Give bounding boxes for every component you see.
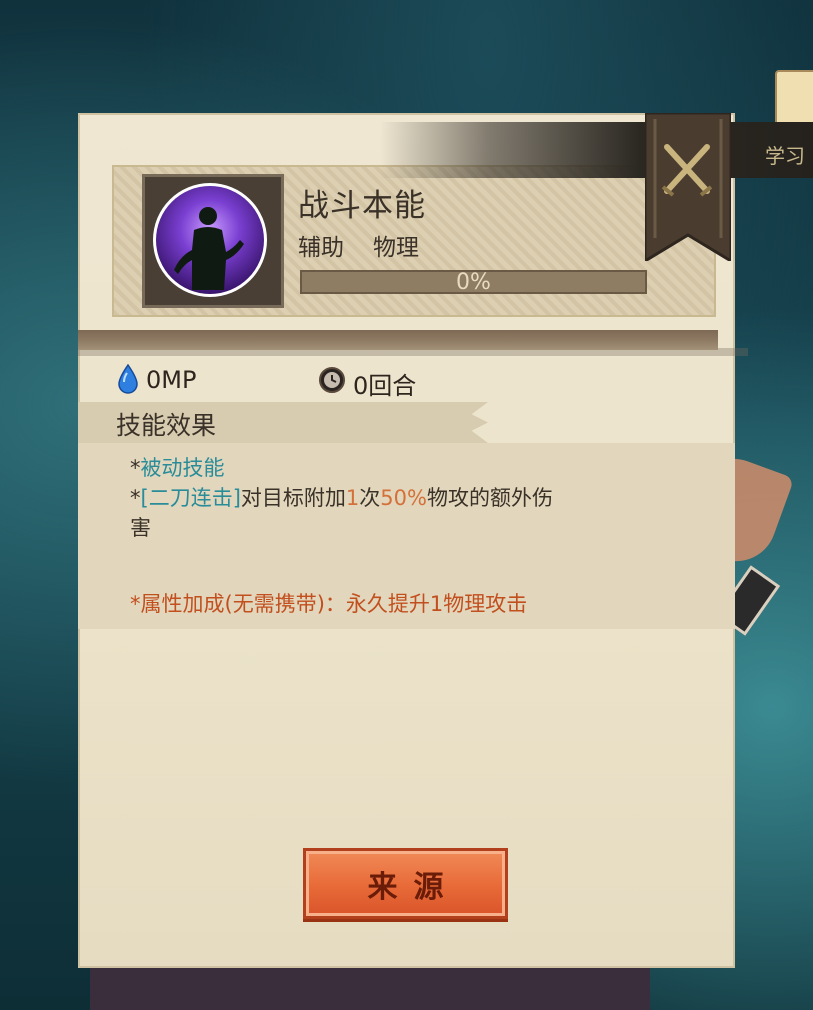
- mana-drop-icon: [117, 363, 139, 398]
- effect-line-attribute-bonus: *属性加成(无需携带)：永久提升1物理攻击: [130, 592, 528, 616]
- mp-cost: 0MP: [146, 366, 197, 394]
- source-button-label: 来源: [367, 869, 460, 905]
- effect-line-passive: *被动技能: [130, 456, 225, 480]
- skill-tag-physical: 物理: [373, 235, 419, 261]
- effect-line-combo-cont: 害: [130, 516, 151, 540]
- background-tab-strip: [380, 122, 813, 178]
- clock-icon: [316, 366, 348, 398]
- effect-line-combo: *[二刀连击]对目标附加1次50%物攻的额外伤: [130, 486, 553, 510]
- skill-icon-frame: [142, 174, 284, 308]
- skill-progress-bar: 0%: [300, 270, 647, 295]
- effects-section-title: 技能效果: [116, 411, 217, 440]
- header-divider: [78, 330, 718, 350]
- source-button[interactable]: 来源: [303, 848, 508, 919]
- fighter-silhouette-icon: [156, 186, 264, 294]
- skill-name: 战斗本能: [298, 188, 426, 224]
- skill-tag-support: 辅助: [298, 235, 344, 261]
- close-banner-button[interactable]: [643, 111, 733, 264]
- cooldown-turns: 0回合: [353, 372, 417, 400]
- progress-text: 0%: [456, 270, 491, 295]
- background-tab-label[interactable]: 学习: [765, 140, 805, 169]
